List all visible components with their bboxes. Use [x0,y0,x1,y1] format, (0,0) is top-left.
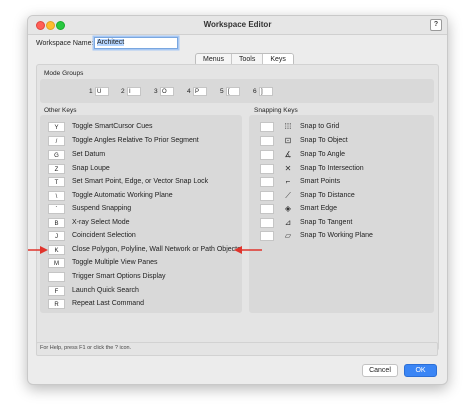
mode-group-key-field[interactable]: O [160,87,174,96]
shortcut-label: Trigger Smart Options Display [72,273,166,280]
snap-key-field[interactable] [260,191,274,201]
mode-group-number: 3 [154,88,158,95]
mode-group-key-field[interactable]: I [127,87,141,96]
right-annotation-arrow-icon [234,246,262,254]
mode-group-number: 6 [253,88,257,95]
shortcut-key-field[interactable] [48,272,65,282]
snapping-keys-box [249,115,434,313]
shortcut-label: Toggle Angles Relative To Prior Segment [72,137,199,144]
edge-icon: ◈ [284,204,292,213]
shortcut-key-field[interactable]: \ [48,191,65,201]
mode-group-number: 1 [89,88,93,95]
snap-key-field[interactable] [260,204,274,214]
snap-label: Snap To Intersection [300,165,364,172]
snap-label: Snap to Grid [300,123,340,130]
mode-group-key-field[interactable]: P [193,87,207,96]
other-keys-box [40,115,242,313]
mode-group-number: 2 [121,88,125,95]
shortcut-label: Launch Quick Search [72,287,139,294]
smart-points-icon: ⌐ [285,177,291,186]
mode-group-number: 5 [220,88,224,95]
snap-label: Snap To Distance [300,192,355,199]
snap-key-field[interactable] [260,231,274,241]
shortcut-label: Suspend Snapping [72,205,132,212]
grid-icon: ⁞⁞⁞ [284,122,292,131]
workspace-name-value: Architect [97,39,125,46]
object-icon: ⊡ [284,136,292,145]
shortcut-key-field[interactable]: R [48,299,65,309]
snap-key-field[interactable] [260,150,274,160]
shortcut-key-field[interactable]: G [48,150,65,160]
shortcut-label: Set Smart Point, Edge, or Vector Snap Lo… [72,178,209,185]
shortcut-key-field[interactable]: F [48,286,65,296]
shortcut-label: Close Polygon, Polyline, Wall Network or… [72,246,241,253]
snap-key-field[interactable] [260,177,274,187]
angle-icon: ∡ [284,150,292,159]
shortcut-label: Snap Loupe [72,165,110,172]
ok-button[interactable]: OK [404,364,437,377]
workspace-name-input[interactable]: Architect [94,37,178,49]
snap-label: Snap To Working Plane [300,232,373,239]
snap-label: Snap To Object [300,137,348,144]
distance-icon: ⟋ [285,191,291,200]
snap-key-field[interactable] [260,136,274,146]
snap-key-field[interactable] [260,218,274,228]
tangent-icon: ⊿ [284,218,292,227]
shortcut-key-field[interactable]: M [48,258,65,268]
intersection-icon: ✕ [284,164,292,173]
help-button[interactable]: ? [430,19,442,31]
shortcut-key-field[interactable]: Z [48,164,65,174]
shortcut-key-field[interactable]: J [48,231,65,241]
title-bar: Workspace Editor ? [28,16,447,35]
shortcut-key-field[interactable]: K [48,245,65,255]
shortcut-label: Toggle Automatic Working Plane [72,192,173,199]
snapping-keys-label: Snapping Keys [254,107,298,114]
shortcut-key-field[interactable]: B [48,218,65,228]
other-keys-label: Other Keys [44,107,77,114]
shortcut-key-field[interactable]: ` [48,204,65,214]
shortcut-key-field[interactable]: T [48,177,65,187]
mode-group-key-field[interactable]: [ [226,87,240,96]
snap-key-field[interactable] [260,122,274,132]
snap-label: Snap To Angle [300,151,346,158]
mode-group-key-field[interactable]: ] [259,87,273,96]
snap-key-field[interactable] [260,164,274,174]
window-title: Workspace Editor [203,20,272,29]
snap-label: Smart Points [300,178,341,185]
shortcut-label: X-ray Select Mode [72,219,130,226]
cancel-button[interactable]: Cancel [362,364,398,377]
shortcut-key-field[interactable]: Y [48,122,65,132]
left-annotation-arrow-icon [28,246,48,254]
mode-groups-label: Mode Groups [44,70,84,77]
shortcut-label: Set Datum [72,151,106,158]
working-plane-icon: ▱ [284,231,292,240]
shortcut-label: Toggle Multiple View Panes [72,259,158,266]
shortcut-key-field[interactable]: / [48,136,65,146]
shortcut-label: Repeat Last Command [72,300,144,307]
snap-label: Smart Edge [300,205,337,212]
shortcut-label: Toggle SmartCursor Cues [72,123,153,130]
mode-group-number: 4 [187,88,191,95]
help-status-bar: For Help, press F1 or click the ? icon. [36,342,438,356]
shortcut-label: Coincident Selection [72,232,136,239]
workspace-name-label: Workspace Name: [36,40,94,47]
mode-group-key-field[interactable]: U [95,87,109,96]
snap-label: Snap To Tangent [300,219,353,226]
help-text: For Help, press F1 or click the ? icon. [40,345,132,351]
